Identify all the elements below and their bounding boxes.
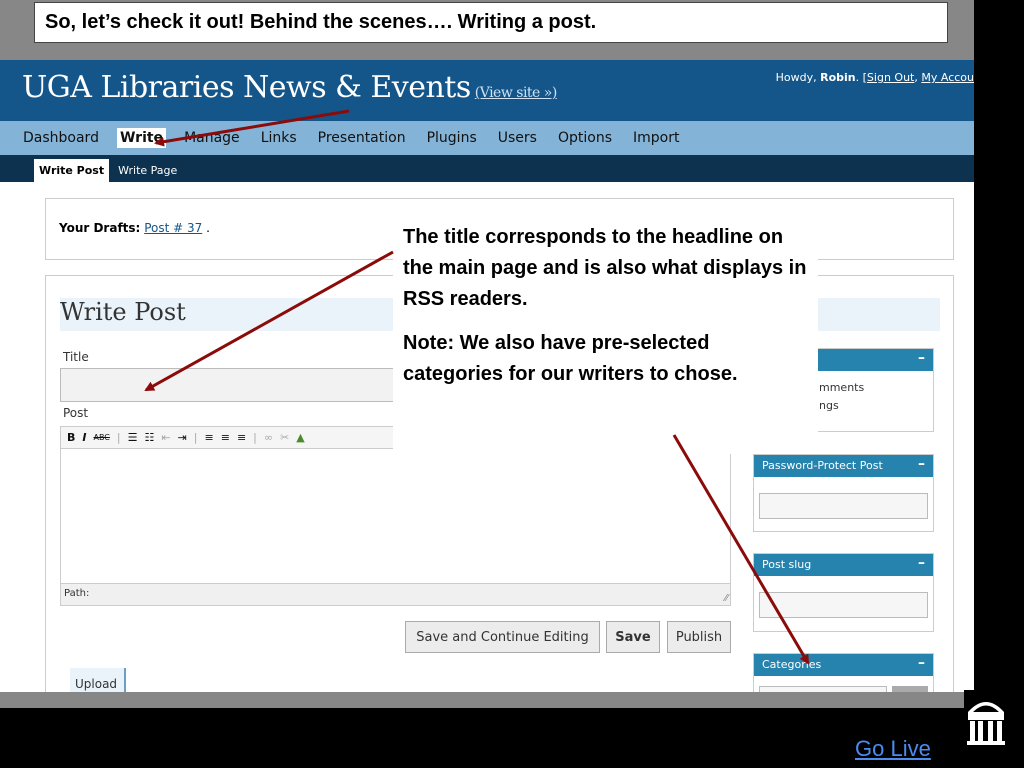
password-protect-header[interactable]: Password-Protect Post – xyxy=(754,455,933,477)
post-slug-header[interactable]: Post slug – xyxy=(754,554,933,576)
toolbar-divider: | xyxy=(253,431,257,444)
password-protect-title: Password-Protect Post xyxy=(762,459,883,472)
view-site-link[interactable]: (View site ») xyxy=(475,85,558,101)
howdy-separator: . [ xyxy=(855,71,867,84)
italic-icon[interactable]: I xyxy=(82,431,86,444)
callout-categories-note: Note: We also have pre-selected categori… xyxy=(403,332,738,385)
submenu-write-page[interactable]: Write Page xyxy=(113,159,182,182)
menu-plugins[interactable]: Plugins xyxy=(424,128,480,148)
user-name: Robin xyxy=(820,71,856,84)
toolbar-divider: | xyxy=(193,431,198,444)
callout-title-note: The title corresponds to the headline on… xyxy=(403,226,807,310)
menu-write[interactable]: Write xyxy=(116,128,167,148)
align-left-icon[interactable]: ≡ xyxy=(205,431,214,444)
menu-presentation[interactable]: Presentation xyxy=(315,128,409,148)
post-slug-input[interactable] xyxy=(759,592,928,618)
image-icon[interactable]: ▲ xyxy=(296,431,304,444)
site-name: UGA Libraries News & Events (View site ») xyxy=(22,70,557,105)
title-label: Title xyxy=(63,350,89,364)
outdent-icon[interactable]: ⇤ xyxy=(161,431,170,444)
strikethrough-icon[interactable]: ABC xyxy=(93,433,109,442)
publish-button[interactable]: Publish xyxy=(667,621,731,653)
slide-right-band xyxy=(974,0,1024,692)
numbered-list-icon[interactable]: ☷ xyxy=(144,431,154,444)
bullet-list-icon[interactable]: ☰ xyxy=(128,431,138,444)
menu-manage[interactable]: Manage xyxy=(181,128,243,148)
discussion-option-pings: ngs xyxy=(819,399,839,412)
toolbar-divider: | xyxy=(116,431,121,444)
menu-options[interactable]: Options xyxy=(555,128,615,148)
editor-path-bar: Path: ⁄⁄ xyxy=(60,584,731,606)
my-account-link[interactable]: My Accou xyxy=(921,71,974,84)
post-slug-title: Post slug xyxy=(762,558,812,571)
save-continue-button[interactable]: Save and Continue Editing xyxy=(405,621,600,653)
align-right-icon[interactable]: ≡ xyxy=(237,431,246,444)
user-greeting: Howdy, Robin. [Sign Out, My Accou xyxy=(776,71,974,84)
slide-title: So, let’s check it out! Behind the scene… xyxy=(34,2,948,43)
go-live-link[interactable]: Go Live xyxy=(855,736,931,762)
menu-import[interactable]: Import xyxy=(630,128,682,148)
collapse-icon[interactable]: – xyxy=(918,556,925,572)
site-name-text: UGA Libraries News & Events xyxy=(22,70,471,105)
admin-header: UGA Libraries News & Events (View site »)… xyxy=(0,60,974,121)
indent-icon[interactable]: ⇥ xyxy=(178,431,187,444)
post-slug-box: Post slug – xyxy=(753,553,934,632)
menu-links[interactable]: Links xyxy=(258,128,300,148)
discussion-option-comments: mments xyxy=(819,381,865,394)
save-button[interactable]: Save xyxy=(606,621,660,653)
post-editor-area[interactable] xyxy=(60,448,731,584)
drafts-label: Your Drafts: xyxy=(59,221,141,235)
categories-header[interactable]: Categories – xyxy=(754,654,933,676)
sign-out-link[interactable]: Sign Out xyxy=(867,71,914,84)
slide-bottom-band xyxy=(0,692,974,708)
main-menu: Dashboard Write Manage Links Presentatio… xyxy=(0,121,974,155)
collapse-icon[interactable]: – xyxy=(918,656,925,672)
resize-grip-icon[interactable]: ⁄⁄ xyxy=(725,593,728,604)
bold-icon[interactable]: B xyxy=(67,431,75,444)
categories-box: Categories – xyxy=(753,653,934,692)
annotation-callout: The title corresponds to the headline on… xyxy=(393,216,818,454)
drafts-suffix: . xyxy=(202,221,210,235)
submenu-write-post[interactable]: Write Post xyxy=(34,159,110,182)
post-label: Post xyxy=(63,406,89,420)
categories-title: Categories xyxy=(762,658,822,671)
draft-post-link[interactable]: Post # 37 xyxy=(144,221,202,235)
upload-tab[interactable]: Upload xyxy=(70,668,126,692)
post-password-input[interactable] xyxy=(759,493,928,519)
align-center-icon[interactable]: ≡ xyxy=(221,431,230,444)
menu-dashboard[interactable]: Dashboard xyxy=(20,128,102,148)
title-input[interactable] xyxy=(60,368,406,402)
howdy-text: Howdy, xyxy=(775,71,821,84)
sub-menu: Write Post Write Page xyxy=(0,155,974,182)
menu-users[interactable]: Users xyxy=(495,128,540,148)
unlink-icon[interactable]: ✂ xyxy=(280,431,289,444)
collapse-icon[interactable]: – xyxy=(918,457,925,473)
collapse-icon[interactable]: – xyxy=(918,351,925,367)
link-icon[interactable]: ∞ xyxy=(264,431,273,444)
uga-arch-logo xyxy=(964,690,1008,748)
password-protect-box: Password-Protect Post – xyxy=(753,454,934,532)
editor-toolbar: B I ABC | ☰ ☷ ⇤ ⇥ | ≡ ≡ ≡ | ∞ ✂ ▲ xyxy=(60,426,406,448)
path-label: Path: xyxy=(64,588,90,599)
